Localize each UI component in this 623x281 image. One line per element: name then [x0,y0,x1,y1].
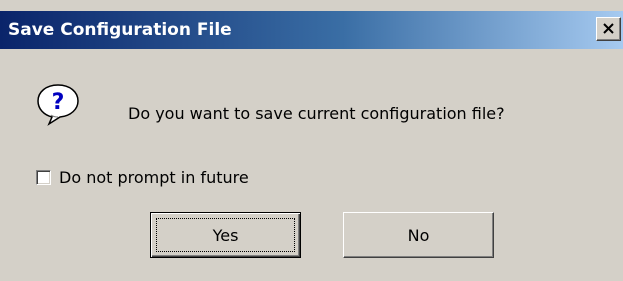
no-button-label: No [407,225,430,245]
dialog-title: Save Configuration File [8,20,232,40]
question-icon: ? [35,82,81,126]
checkbox-label[interactable]: Do not prompt in future [59,168,249,187]
dialog-window: Save Configuration File ? Do you want to… [0,0,623,281]
close-button[interactable] [596,17,621,41]
svg-text:?: ? [52,90,65,115]
title-bar[interactable]: Save Configuration File [0,11,623,49]
dialog-message: Do you want to save current configuratio… [128,104,505,123]
yes-button[interactable]: Yes [150,212,301,258]
yes-button-label: Yes [212,225,239,245]
focus-rectangle: Yes [156,218,295,252]
close-icon [603,23,614,34]
do-not-prompt-checkbox[interactable] [36,169,51,185]
no-button[interactable]: No [343,212,494,258]
do-not-prompt-checkbox-row[interactable]: Do not prompt in future [36,167,249,187]
